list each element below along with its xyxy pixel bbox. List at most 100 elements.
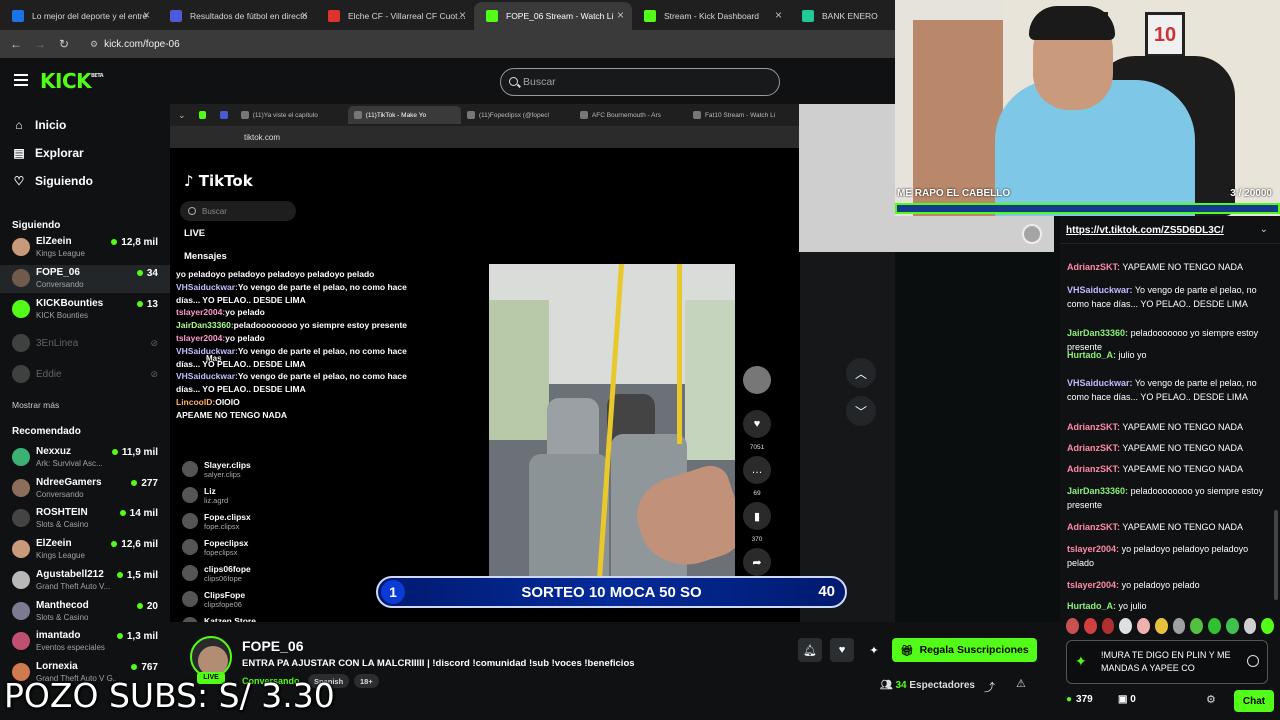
favicon-icon	[170, 10, 182, 22]
nav-explorar[interactable]: ▤ Explorar	[12, 142, 83, 164]
nav-inicio[interactable]: ⌂ Inicio	[12, 114, 66, 136]
chat-username[interactable]: AdrianzSKT:	[1067, 422, 1120, 432]
emote-icon[interactable]	[1137, 618, 1150, 634]
bus-window	[489, 300, 549, 440]
emote-icon[interactable]	[1119, 618, 1132, 634]
share-icon[interactable]: ⤴	[984, 679, 995, 695]
video-player[interactable]: ⌄ (11)Ya viste el capítulo (11)TikTok - Ma…	[170, 104, 895, 622]
channel-item[interactable]: ElZeein Kings League 12,8 mil	[0, 234, 170, 262]
kick-logo[interactable]: KICK BETA	[40, 69, 104, 93]
browser-tab[interactable]: Resultados de fútbol en directo ×	[158, 2, 316, 30]
drops[interactable]: ▣ 0	[1118, 694, 1136, 705]
chevron-up-icon[interactable]: ︿	[846, 358, 876, 388]
emoji-icon[interactable]	[1247, 655, 1259, 667]
sparkle-icon[interactable]: ✦	[862, 638, 886, 662]
heart-icon[interactable]: ♥	[830, 638, 854, 662]
webcam-overlay: 10 ME RAPO EL CABELLO 3 / 20000	[895, 0, 1280, 216]
channel-item[interactable]: imantado Eventos especiales 1,3 mil	[0, 628, 170, 656]
back-icon[interactable]: ←	[4, 32, 28, 56]
channel-item[interactable]: Agustabell212 Grand Theft Auto V... 1,5 mi…	[0, 567, 170, 595]
browser-tab[interactable]: Lo mejor del deporte y el entre ×	[0, 2, 158, 30]
emote-icon[interactable]	[1190, 618, 1203, 634]
chat-username[interactable]: Hurtado_A:	[1067, 350, 1116, 360]
chat-text: yo julio	[1118, 601, 1147, 611]
channel-item[interactable]: Nexxuz Ark: Survival Asc... 11,9 mil	[0, 444, 170, 472]
close-icon[interactable]: ×	[617, 8, 624, 22]
gear-icon[interactable]: ⚙	[1206, 693, 1216, 706]
goal-count: 3 / 20000	[1230, 188, 1272, 199]
browser-tab[interactable]: Stream - Kick Dashboard ×	[632, 2, 790, 30]
avatar	[182, 487, 198, 503]
favicon-icon	[644, 10, 656, 22]
nav-siguiendo[interactable]: ♡ Siguiendo	[12, 170, 93, 192]
chat-username[interactable]: Hurtado_A:	[1067, 601, 1116, 611]
sparkle-icon[interactable]: ✦	[1075, 653, 1087, 670]
channel-item[interactable]: FOPE_06 Conversando 34	[0, 265, 170, 293]
emote-icon[interactable]	[1243, 618, 1257, 634]
channel-item[interactable]: ROSHTEIN Slots & Casino 14 mil	[0, 505, 170, 533]
chat-username[interactable]: JairDan33360:	[1067, 486, 1128, 496]
tag-age[interactable]: 18+	[354, 674, 379, 688]
emote-icon[interactable]	[1208, 618, 1221, 634]
streamer-name[interactable]: FOPE_06	[242, 638, 303, 654]
report-icon[interactable]: ⚠	[1016, 677, 1026, 690]
channel-item[interactable]: Manthecod Slots & Casino 20	[0, 598, 170, 626]
emote-icon[interactable]	[1083, 618, 1097, 634]
site-info-icon[interactable]: ⚙	[90, 39, 98, 50]
emote-icon[interactable]	[1154, 618, 1168, 634]
door	[913, 20, 1003, 216]
chat-username[interactable]: AdrianzSKT:	[1067, 443, 1120, 453]
menu-icon[interactable]	[14, 74, 28, 86]
captured-browser: ⌄ (11)Ya viste el capítulo (11)TikTok - Ma…	[170, 104, 847, 622]
browser-tab[interactable]: Elche CF - Villarreal CF Cuotas ×	[316, 2, 474, 30]
show-more-link[interactable]: Mostrar más	[12, 400, 59, 410]
channel-item-offline[interactable]: 3EnLinea ⊘	[0, 330, 170, 358]
search-input[interactable]: Buscar	[500, 68, 780, 96]
chat-username[interactable]: AdrianzSKT:	[1067, 464, 1120, 474]
chat-username[interactable]: AdrianzSKT:	[1067, 522, 1120, 532]
emote-bar	[1066, 618, 1274, 636]
bookmark-icon: ▮	[743, 502, 771, 530]
points[interactable]: ● 379	[1066, 694, 1093, 705]
emote-icon[interactable]	[1066, 618, 1079, 634]
reload-icon[interactable]: ↻	[52, 32, 76, 56]
chevron-down-icon[interactable]: ⌄	[1260, 224, 1268, 235]
account-user: clips06fope	[204, 574, 242, 583]
overlay-chat-text: yo peladoyo peladoyo peladoyo peladoyo p…	[176, 269, 375, 279]
channel-item-offline[interactable]: Eddie ⊘	[0, 361, 170, 389]
chat-username[interactable]: tslayer2004:	[1067, 580, 1119, 590]
emote-icon[interactable]	[1101, 618, 1115, 634]
chevron-down-icon[interactable]: ﹀	[846, 396, 876, 426]
account-name: Slayer.clips	[204, 460, 251, 470]
chat-username[interactable]: VHSaiduckwar:	[1067, 378, 1133, 388]
close-icon[interactable]: ×	[301, 8, 308, 22]
channel-item[interactable]: KICKBounties KICK Bounties 13	[0, 296, 170, 324]
browser-tab[interactable]: FOPE_06 Stream - Watch Li ×	[474, 2, 632, 30]
emote-icon[interactable]	[1225, 618, 1239, 634]
page-scrollbar[interactable]	[1274, 510, 1278, 600]
close-icon[interactable]: ×	[143, 8, 150, 22]
pinned-link[interactable]: https://vt.tiktok.com/ZS5D6DL3C/	[1066, 225, 1224, 236]
channel-viewers: 20	[137, 601, 158, 612]
chat-username[interactable]: AdrianzSKT:	[1067, 262, 1120, 272]
captured-tab-label: AFC Bournemouth - Ars	[591, 111, 661, 119]
url-field[interactable]: ⚙ kick.com/fope-06	[90, 39, 180, 50]
chat-username[interactable]: tslayer2004:	[1067, 544, 1119, 554]
channel-item[interactable]: NdreeGamers Conversando 277	[0, 475, 170, 503]
close-icon[interactable]: ×	[459, 8, 466, 22]
chat-input[interactable]: ✦ !MURA TE DIGO EN PLIN Y ME MANDAS A YA…	[1066, 640, 1268, 684]
tiktok-video	[489, 264, 735, 608]
favicon-icon	[466, 111, 475, 119]
emote-icon[interactable]	[1261, 618, 1274, 634]
bell-icon[interactable]: 🔔︎	[798, 638, 822, 662]
pinned-message[interactable]: https://vt.tiktok.com/ZS5D6DL3C/ ⌄	[1060, 218, 1280, 244]
chat-send-button[interactable]: Chat	[1234, 690, 1274, 712]
chat-input-text[interactable]: !MURA TE DIGO EN PLIN Y ME MANDAS A YAPE…	[1101, 649, 1241, 675]
chat-username[interactable]: JairDan33360:	[1067, 328, 1128, 338]
gift-subs-button[interactable]: 🎁︎ Regala Suscripciones	[892, 638, 1037, 662]
emote-icon[interactable]	[1172, 618, 1186, 634]
close-icon[interactable]: ×	[775, 8, 782, 22]
chat-username[interactable]: VHSaiduckwar:	[1067, 285, 1133, 295]
channel-item[interactable]: ElZeein Kings League 12,6 mil	[0, 536, 170, 564]
forward-icon[interactable]: →	[28, 32, 52, 56]
